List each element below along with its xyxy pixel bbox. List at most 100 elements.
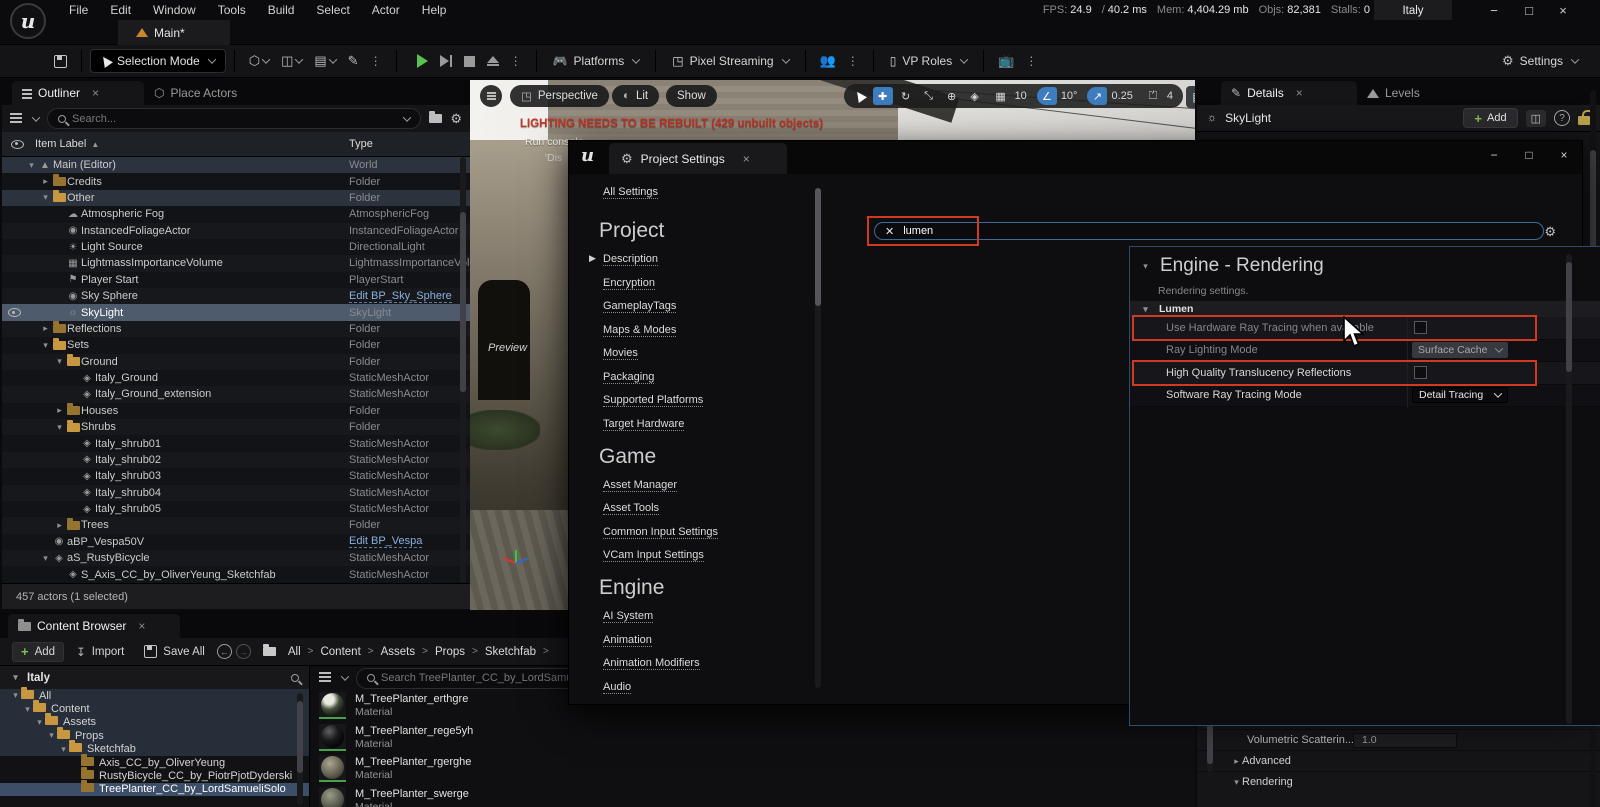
expander-icon[interactable]: ▾ <box>40 192 51 203</box>
asset-thumbnail[interactable] <box>319 755 346 782</box>
ps-section-header[interactable]: ▾ Engine - Rendering <box>1140 255 1324 277</box>
visibility-eye-icon[interactable] <box>8 308 21 317</box>
toolbar-overflow-dots[interactable]: ⋮ <box>365 54 388 68</box>
cb-tree-scrollbar-thumb[interactable] <box>297 701 303 773</box>
expander-icon[interactable]: ▾ <box>40 553 51 564</box>
edit-blueprint-link[interactable]: Edit BP_Sky_Sphere <box>349 290 452 303</box>
outliner-row[interactable]: ⚑Player StartPlayerStart <box>2 272 470 288</box>
tab-place-actors[interactable]: ⬡ Place Actors <box>144 81 247 105</box>
outliner-row[interactable]: ◈Italy_shrub03StaticMeshActor <box>2 468 470 484</box>
ps-maximize-button[interactable]: □ <box>1519 148 1539 162</box>
breadcrumb-item[interactable]: Props <box>435 646 465 658</box>
outliner-row[interactable]: ☼SkyLightSkyLight <box>2 304 470 320</box>
cb-forward-button[interactable]: → <box>236 644 251 659</box>
ps-search-input[interactable]: ✕ lumen <box>874 222 1544 240</box>
close-icon[interactable]: × <box>1296 86 1303 100</box>
project-settings-tab[interactable]: ⚙ Project Settings × <box>609 143 787 174</box>
ps-nav-scrollbar[interactable] <box>815 188 821 688</box>
cb-tree-row[interactable]: ▾Sketchfab <box>0 743 309 756</box>
menu-help[interactable]: Help <box>411 3 458 17</box>
ps-column-splitter[interactable] <box>1407 317 1408 407</box>
frame-skip-button[interactable] <box>434 55 458 67</box>
tab-levels[interactable]: Levels <box>1357 81 1430 105</box>
outliner-row[interactable]: ◉InstancedFoliageActorInstancedFoliageAc… <box>2 223 470 239</box>
asset-thumbnail[interactable] <box>319 692 346 719</box>
ps-close-button[interactable]: × <box>1554 148 1574 162</box>
cb-save-all-button[interactable]: Save All <box>136 645 213 658</box>
outliner-row[interactable]: ◈Italy_shrub02StaticMeshActor <box>2 452 470 468</box>
outliner-row[interactable]: ◈Italy_GroundStaticMeshActor <box>2 370 470 386</box>
all-settings-link[interactable]: All Settings <box>603 186 658 199</box>
ps-nav-item[interactable]: Encryption <box>603 277 849 290</box>
asset-row[interactable]: M_TreePlanter_swergeMaterial <box>311 785 1195 807</box>
ps-nav-item[interactable]: ▶Description <box>603 253 849 266</box>
expander-icon[interactable]: ▾ <box>1231 777 1242 788</box>
scale-snap-value[interactable]: 0.25 <box>1107 90 1136 102</box>
breadcrumb-item[interactable]: Content <box>320 646 360 658</box>
ps-setting-row[interactable]: Software Ray Tracing ModeDetail Tracing <box>1130 385 1600 408</box>
breadcrumb-item[interactable]: Sketchfab <box>485 646 536 658</box>
close-icon[interactable]: × <box>92 86 99 100</box>
viewport-maximize-button[interactable]: ▦ <box>1186 86 1195 108</box>
property-value-field[interactable]: 1.0 <box>1353 733 1457 748</box>
ps-nav-item[interactable]: AI System <box>603 610 849 623</box>
outliner-row[interactable]: ◉aBP_Vespa50VEdit BP_Vespa <box>2 534 470 550</box>
ps-setting-row[interactable]: Use Hardware Ray Tracing when available <box>1130 317 1600 340</box>
rotate-tool-button[interactable]: ↻ <box>896 87 916 105</box>
ps-nav-item[interactable]: Animation <box>603 634 849 647</box>
outliner-filter-button[interactable] <box>10 113 22 125</box>
cb-tree-scrollbar[interactable] <box>297 693 303 805</box>
outliner-row[interactable]: ◉Sky SphereEdit BP_Sky_Sphere <box>2 288 470 304</box>
setting-checkbox[interactable] <box>1414 321 1427 334</box>
outliner-row[interactable]: ◈Italy_shrub04StaticMeshActor <box>2 485 470 501</box>
expander-icon[interactable]: ▸ <box>40 176 51 187</box>
expander-icon[interactable]: ▾ <box>22 704 33 715</box>
cb-filter-button[interactable] <box>319 672 331 684</box>
type-column[interactable]: Type <box>349 138 373 150</box>
edit-blueprint-link[interactable]: Edit BP_Vespa <box>349 535 422 548</box>
cb-add-button[interactable]: +Add <box>12 642 64 662</box>
ps-nav-item[interactable]: Asset Tools <box>603 502 849 515</box>
edit-blueprint-icon[interactable]: ◫ <box>1526 110 1546 127</box>
blueprints-button[interactable]: ◫ <box>275 53 308 69</box>
multi-user-button[interactable]: 👥 <box>814 53 842 69</box>
outliner-scrollbar-thumb[interactable] <box>460 212 466 392</box>
expander-icon[interactable]: ▾ <box>54 356 65 367</box>
outliner-scrollbar[interactable] <box>460 157 466 583</box>
camera-speed-value[interactable]: 4 <box>1163 90 1177 102</box>
details-property-row[interactable]: Volumetric Scatterin...1.0 <box>1197 729 1600 750</box>
ps-setting-row[interactable]: High Quality Translucency Reflections <box>1130 362 1600 385</box>
menu-build[interactable]: Build <box>257 3 306 17</box>
expander-icon[interactable]: ▾ <box>26 160 37 171</box>
setting-checkbox[interactable] <box>1414 366 1427 379</box>
cb-tree-row[interactable]: Axis_CC_by_OliverYeung <box>0 756 309 769</box>
outliner-row[interactable]: ▾SetsFolder <box>2 337 470 353</box>
world-space-toggle[interactable]: ⊕ <box>942 87 962 105</box>
close-button[interactable]: × <box>1552 0 1574 20</box>
details-property-row[interactable]: ▾Rendering <box>1197 771 1600 792</box>
play-options-dots[interactable]: ⋮ <box>505 54 528 68</box>
viewport-menu-button[interactable] <box>480 85 502 107</box>
outliner-row[interactable]: ▾GroundFolder <box>2 354 470 370</box>
project-settings-titlebar[interactable]: u ⚙ Project Settings × − □ × <box>569 141 1582 174</box>
ps-nav-item[interactable]: Packaging <box>603 371 849 384</box>
close-icon[interactable]: × <box>138 619 145 633</box>
outliner-row[interactable]: ▾▲Main (Editor)World <box>2 157 470 173</box>
asset-thumbnail[interactable] <box>319 787 346 807</box>
new-folder-button[interactable] <box>429 114 442 123</box>
lock-icon[interactable] <box>1578 116 1590 125</box>
details-property-row[interactable]: ▸Advanced <box>1197 750 1600 771</box>
asset-thumbnail[interactable] <box>319 724 346 751</box>
expander-icon[interactable]: ▸ <box>40 323 51 334</box>
lit-mode-dropdown[interactable]: ◐Lit <box>612 85 659 107</box>
ps-nav-item[interactable]: Common Input Settings <box>603 526 849 539</box>
grid-snap-value[interactable]: 10 <box>1011 90 1031 102</box>
maximize-button[interactable]: □ <box>1518 0 1540 20</box>
ps-nav-item[interactable]: Maps & Modes <box>603 324 849 337</box>
show-dropdown[interactable]: Show <box>666 85 717 107</box>
ps-nav-item[interactable]: VCam Input Settings <box>603 549 849 562</box>
tab-outliner[interactable]: Outliner × <box>12 81 144 105</box>
breadcrumb-item[interactable]: All <box>288 646 301 658</box>
grid-snap-toggle[interactable]: ▦ <box>991 87 1011 105</box>
outliner-row[interactable]: ▸TreesFolder <box>2 517 470 533</box>
